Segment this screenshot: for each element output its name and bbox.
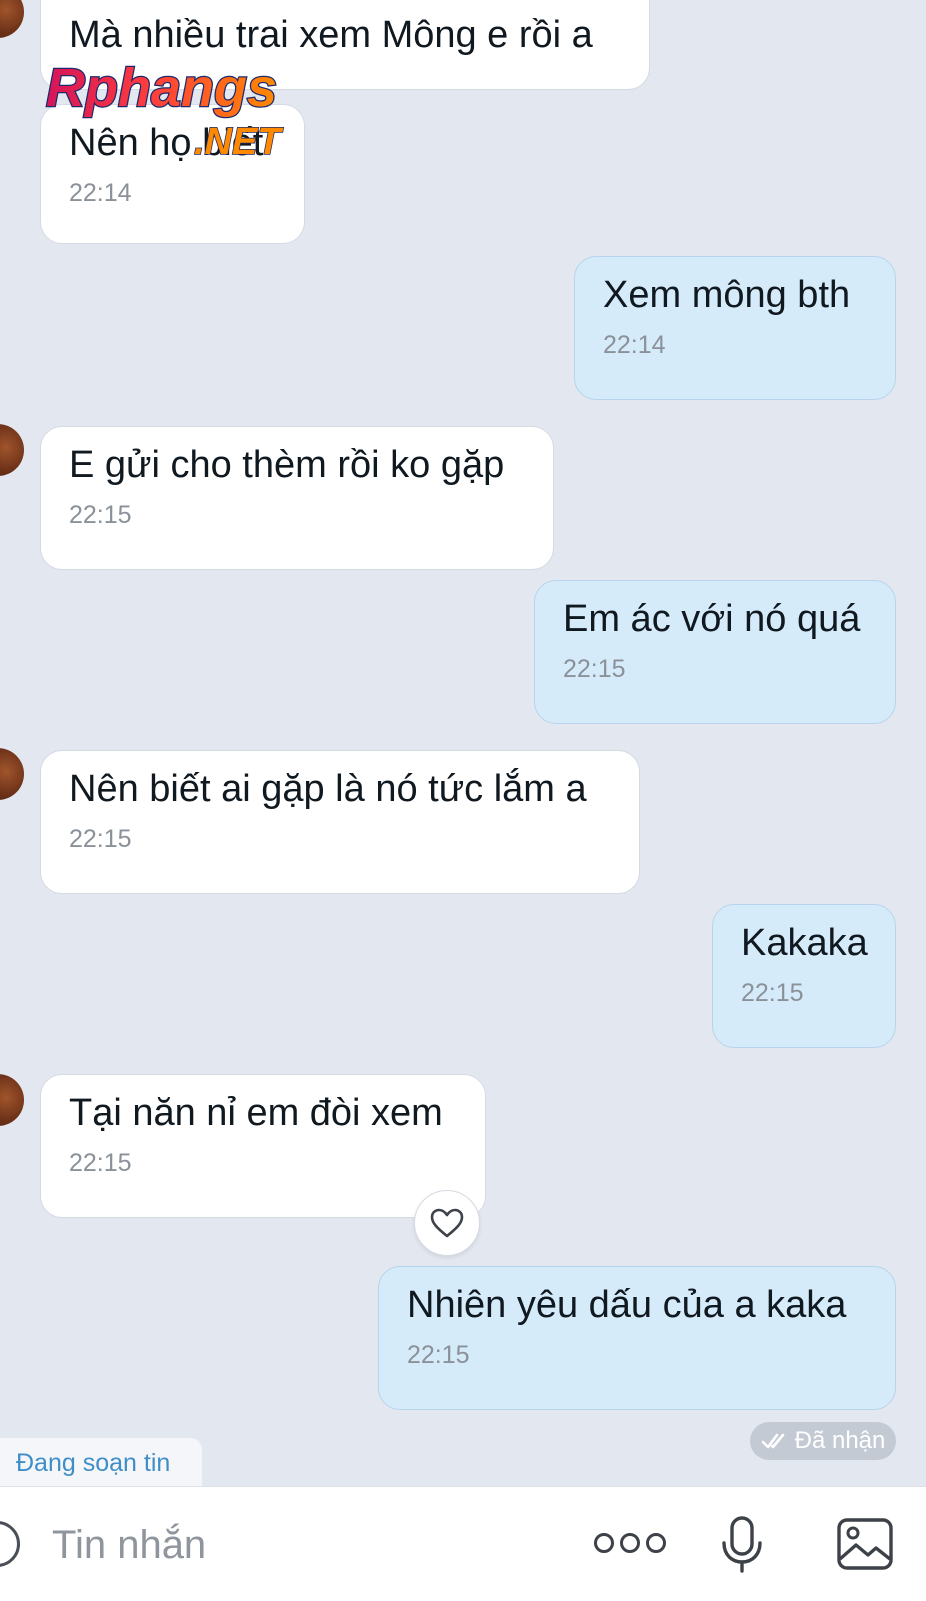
message-bubble-outgoing[interactable]: Nhiên yêu dấu của a kaka 22:15: [378, 1266, 896, 1410]
avatar[interactable]: [0, 748, 24, 800]
message-time: 22:15: [563, 655, 626, 683]
message-text: Xem mông bth: [603, 274, 851, 316]
message-bubble-incoming[interactable]: Tại năn nỉ em đòi xem 22:15: [40, 1074, 486, 1218]
message-bubble-incoming[interactable]: Nên họ biết 22:14: [40, 104, 305, 244]
message-time: 22:15: [741, 979, 804, 1007]
message-bubble-incoming[interactable]: Nên biết ai gặp là nó tức lắm a 22:15: [40, 750, 640, 894]
message-time: 22:15: [407, 1341, 470, 1369]
gallery-icon[interactable]: [836, 1517, 894, 1571]
message-text: Kakaka: [741, 922, 868, 964]
message-time: 22:15: [69, 501, 132, 529]
received-status-badge: Đã nhận: [750, 1422, 896, 1460]
message-composer: Tin nhắn: [0, 1486, 926, 1601]
emoji-icon[interactable]: [0, 1521, 20, 1567]
avatar[interactable]: [0, 424, 24, 476]
message-time: 22:15: [69, 1149, 132, 1177]
message-bubble-outgoing[interactable]: Xem mông bth 22:14: [574, 256, 896, 400]
received-status-text: Đã nhận: [794, 1427, 886, 1454]
message-bubble-outgoing[interactable]: Em ác với nó quá 22:15: [534, 580, 896, 724]
typing-indicator: Đang soạn tin: [0, 1438, 202, 1488]
message-text: Mà nhiều trai xem Mông e rồi a: [69, 14, 593, 56]
mic-icon[interactable]: [720, 1515, 764, 1575]
message-input[interactable]: Tin nhắn: [52, 1523, 206, 1568]
double-check-icon: [761, 1433, 784, 1449]
typing-indicator-text: Đang soạn tin: [16, 1448, 171, 1477]
more-icon[interactable]: [594, 1533, 666, 1553]
message-bubble-outgoing[interactable]: Kakaka 22:15: [712, 904, 896, 1048]
message-time: 22:15: [69, 825, 132, 853]
react-heart-button[interactable]: [414, 1190, 480, 1256]
message-time: 22:14: [603, 331, 666, 359]
message-text: Tại năn nỉ em đòi xem: [69, 1092, 443, 1134]
avatar[interactable]: [0, 1074, 24, 1126]
avatar[interactable]: [0, 0, 24, 38]
heart-icon: [430, 1208, 464, 1238]
message-text: Nhiên yêu dấu của a kaka: [407, 1284, 847, 1326]
message-bubble-incoming[interactable]: Mà nhiều trai xem Mông e rồi a: [40, 0, 650, 90]
message-bubble-incoming[interactable]: E gửi cho thèm rồi ko gặp 22:15: [40, 426, 554, 570]
message-time: 22:14: [69, 179, 132, 207]
message-text: Nên biết ai gặp là nó tức lắm a: [69, 768, 587, 810]
message-text: E gửi cho thèm rồi ko gặp: [69, 444, 505, 486]
message-text: Nên họ biết: [69, 122, 264, 164]
message-text: Em ác với nó quá: [563, 598, 861, 640]
